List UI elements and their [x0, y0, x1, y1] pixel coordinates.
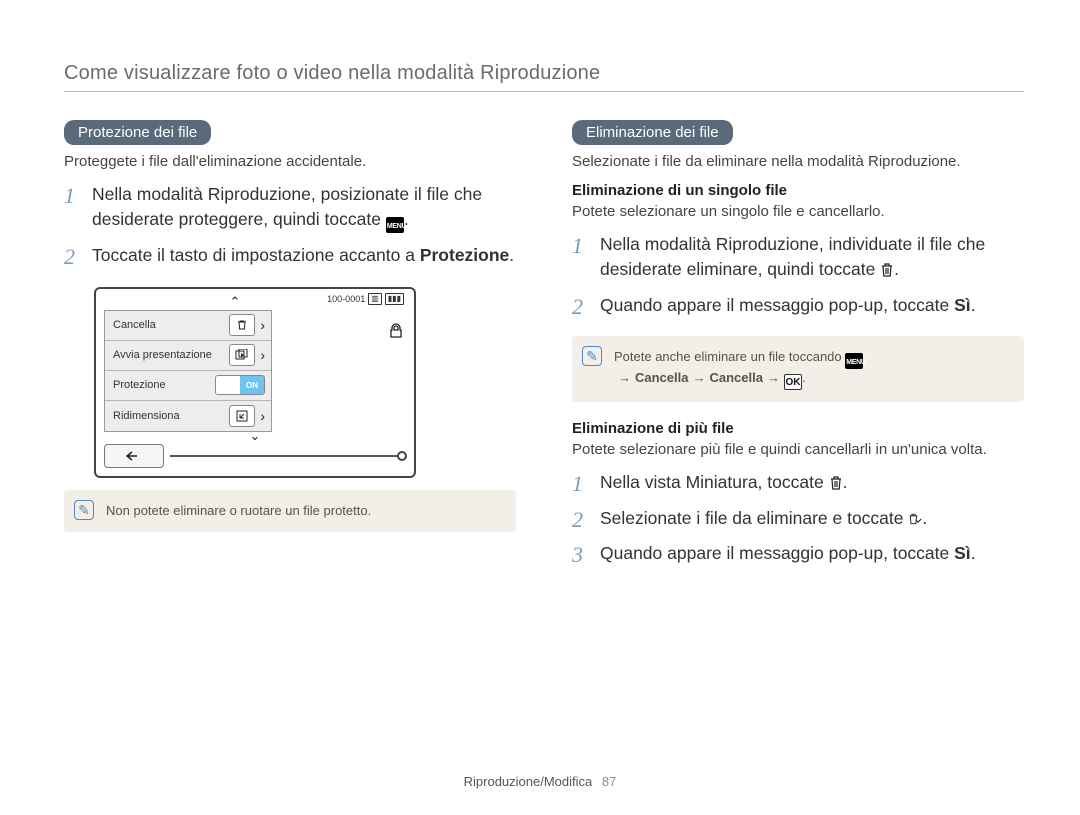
figure-counter: 100-0001 [327, 294, 365, 304]
subhead-single: Eliminazione di un singolo file [572, 182, 1024, 199]
menu-icon: MENU [386, 217, 404, 233]
camera-screen-figure: ⌃ 100-0001 ▥ ▮▮▮ Cancella [94, 287, 416, 478]
figure-body: Cancella › Avvia presentazione [104, 310, 406, 432]
back-button[interactable] [104, 444, 164, 468]
trash-check-icon [908, 511, 922, 527]
steps-delete-multi: Nella vista Miniatura, toccate . Selezio… [572, 470, 1024, 566]
intro-text: Proteggete i file dall'eliminazione acci… [64, 153, 516, 170]
steps-protect: Nella modalità Riproduzione, posizionate… [64, 182, 516, 269]
step-2: Selezionate i file da eliminare e toccat… [572, 506, 1024, 531]
chevron-right-icon: › [260, 347, 265, 363]
memory-icon: ▥ [368, 293, 382, 305]
menu-label: Avvia presentazione [113, 349, 212, 361]
step-1: Nella modalità Riproduzione, posizionate… [64, 182, 516, 233]
step-2: Toccate il tasto di impostazione accanto… [64, 243, 516, 268]
slider-handle[interactable] [397, 451, 407, 461]
chevron-right-icon: › [260, 408, 265, 424]
page-title: Come visualizzare foto o video nella mod… [64, 62, 1024, 92]
resize-icon [229, 405, 255, 427]
ok-icon: OK [784, 374, 802, 390]
note-protect: ✎ Non potete eliminare o ruotare un file… [64, 490, 516, 532]
manual-page: Come visualizzare foto o video nella mod… [0, 0, 1080, 584]
arrow-right-icon: → [767, 370, 780, 385]
page-number: 87 [602, 774, 616, 789]
subhead-multi: Eliminazione di più file [572, 420, 1024, 437]
slider-track[interactable] [170, 455, 402, 457]
menu-label: Cancella [113, 319, 156, 331]
toggle-on[interactable]: ON [215, 375, 265, 395]
right-column: Eliminazione dei file Selezionate i file… [572, 120, 1024, 584]
arrow-right-icon: → [692, 370, 705, 385]
desc-multi: Potete selezionare più file e quindi can… [572, 441, 1024, 458]
left-column: Protezione dei file Proteggete i file da… [64, 120, 516, 584]
menu-icon: MENU [845, 353, 863, 369]
figure-bottom-bar [104, 444, 406, 468]
step-1: Nella modalità Riproduzione, individuate… [572, 232, 1024, 283]
footer-section: Riproduzione/Modifica [464, 774, 593, 789]
trash-icon [829, 475, 843, 491]
trash-icon [880, 262, 894, 278]
menu-row-ridimensiona[interactable]: Ridimensiona › [105, 401, 271, 431]
two-column-layout: Protezione dei file Proteggete i file da… [64, 120, 1024, 584]
page-footer: Riproduzione/Modifica 87 [0, 774, 1080, 789]
step-3: Quando appare il messaggio pop-up, tocca… [572, 541, 1024, 566]
menu-row-protezione[interactable]: Protezione ON [105, 371, 271, 401]
desc-single: Potete selezionare un singolo file e can… [572, 203, 1024, 220]
section-pill-protect: Protezione dei file [64, 120, 211, 145]
trash-icon [229, 314, 255, 336]
info-icon: ✎ [74, 500, 94, 520]
figure-status-icons: 100-0001 ▥ ▮▮▮ [327, 293, 404, 305]
step-1: Nella vista Miniatura, toccate . [572, 470, 1024, 495]
note-delete-alt: ✎ Potete anche eliminare un file toccand… [572, 336, 1024, 402]
menu-row-avvia[interactable]: Avvia presentazione › [105, 341, 271, 371]
arrow-right-icon: → [618, 370, 631, 385]
menu-list: Cancella › Avvia presentazione [104, 310, 272, 432]
menu-label: Ridimensiona [113, 410, 180, 422]
steps-delete-single: Nella modalità Riproduzione, individuate… [572, 232, 1024, 318]
slideshow-icon [229, 344, 255, 366]
chevron-right-icon: › [260, 317, 265, 333]
chevron-up-icon: ⌃ [230, 295, 241, 308]
section-pill-delete: Eliminazione dei file [572, 120, 733, 145]
step-2: Quando appare il messaggio pop-up, tocca… [572, 293, 1024, 318]
menu-label: Protezione [113, 379, 166, 391]
intro-text: Selezionate i file da eliminare nella mo… [572, 153, 1024, 170]
preview-area [278, 310, 406, 432]
battery-icon: ▮▮▮ [385, 293, 404, 305]
chevron-down-icon: ⌄ [104, 432, 406, 442]
menu-row-cancella[interactable]: Cancella › [105, 311, 271, 341]
info-icon: ✎ [582, 346, 602, 366]
